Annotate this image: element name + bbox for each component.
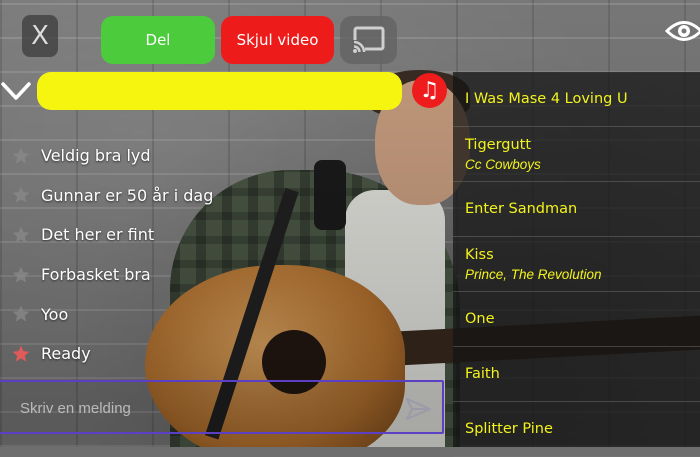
star-button[interactable]	[0, 265, 41, 285]
comment-item: Det her er fint	[0, 215, 300, 255]
song-artist: Prince, The Revolution	[465, 266, 602, 282]
song-item[interactable]: Kiss Prince, The Revolution	[453, 237, 700, 292]
song-item[interactable]: I Was Mase 4 Loving U	[453, 72, 700, 127]
song-item[interactable]: Tigergutt Cc Cowboys	[453, 127, 700, 182]
star-icon	[12, 345, 29, 362]
music-note-icon: ♫	[419, 78, 440, 103]
comment-text: Ready	[41, 344, 91, 364]
song-title: Splitter Pine	[465, 421, 553, 437]
share-button[interactable]: Del	[101, 16, 215, 64]
song-title: One	[465, 311, 495, 327]
song-title: Tigergutt	[465, 136, 532, 153]
song-title: I Was Mase 4 Loving U	[465, 91, 628, 107]
song-list-button[interactable]: ♫	[412, 73, 447, 108]
song-title: Faith	[465, 366, 500, 382]
song-item[interactable]: Enter Sandman	[453, 182, 700, 237]
star-icon	[12, 187, 29, 203]
comment-item: Gunnar er 50 år i dag	[0, 176, 300, 216]
eye-icon	[664, 21, 700, 41]
star-icon	[12, 226, 29, 243]
send-icon[interactable]	[404, 395, 432, 423]
comment-text: Yoo	[41, 304, 69, 324]
comment-text: Veldig bra lyd	[41, 146, 151, 166]
cast-button[interactable]	[340, 16, 397, 64]
star-icon	[12, 305, 29, 322]
star-button[interactable]	[0, 185, 41, 205]
comment-item: Forbasket bra	[0, 255, 300, 295]
song-item[interactable]: One	[453, 292, 700, 347]
song-title: Enter Sandman	[465, 201, 578, 217]
song-artist: Cc Cowboys	[465, 156, 541, 172]
song-list: I Was Mase 4 Loving U Tigergutt Cc Cowboys…	[453, 72, 700, 457]
star-button[interactable]	[0, 344, 41, 364]
song-title: Kiss	[465, 246, 494, 263]
comment-item: Ready	[0, 334, 300, 374]
close-icon: X	[31, 21, 49, 51]
collapse-button[interactable]	[0, 74, 32, 108]
comment-text: Gunnar er 50 år i dag	[41, 185, 214, 205]
message-box	[0, 380, 444, 434]
comment-text: Det her er fint	[41, 225, 155, 245]
close-button[interactable]: X	[22, 15, 58, 57]
song-item[interactable]: Faith	[453, 347, 700, 402]
star-icon	[12, 147, 29, 164]
song-item[interactable]: Splitter Pine	[453, 402, 700, 457]
star-button[interactable]	[0, 304, 41, 324]
hide-video-button-label: Skjul video	[236, 31, 319, 49]
comment-text: Forbasket bra	[41, 265, 151, 285]
comment-item: Yoo	[0, 294, 300, 334]
star-button[interactable]	[0, 146, 41, 166]
star-button[interactable]	[0, 225, 41, 245]
comment-list: Veldig bra lyd Gunnar er 50 år i dag Det h…	[0, 136, 300, 374]
chevron-down-icon	[1, 82, 31, 100]
cast-icon	[351, 26, 384, 54]
star-icon	[12, 266, 29, 283]
message-input[interactable]	[18, 395, 382, 421]
share-button-label: Del	[145, 31, 171, 49]
comment-item: Veldig bra lyd	[0, 136, 300, 176]
visibility-toggle-button[interactable]	[664, 16, 700, 46]
now-playing-bar[interactable]	[37, 72, 402, 110]
hide-video-button[interactable]: Skjul video	[221, 16, 334, 64]
